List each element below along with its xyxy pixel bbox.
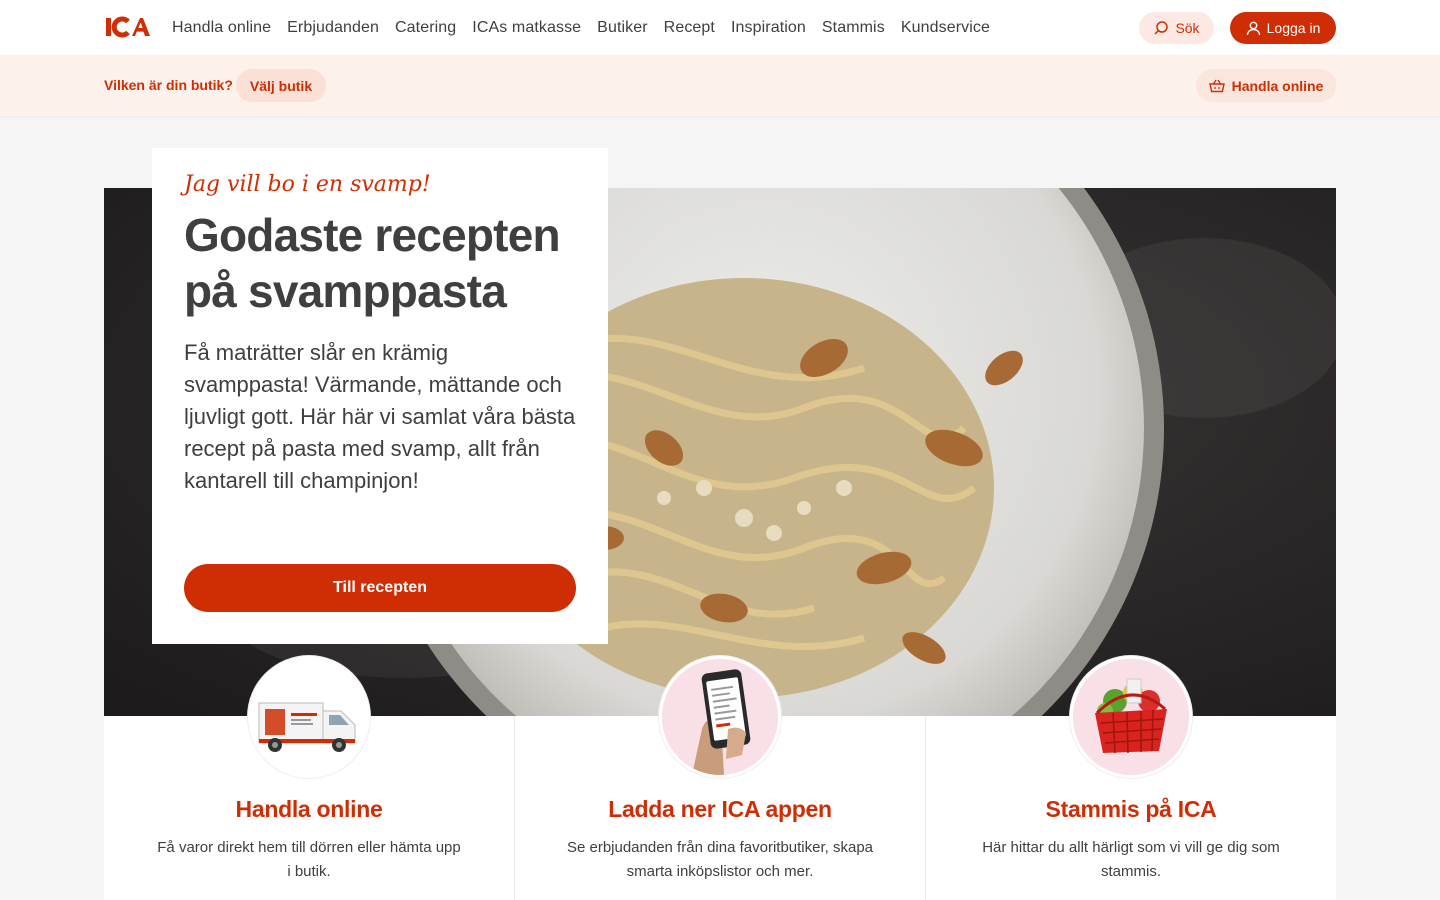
nav-item-handla-online[interactable]: Handla online bbox=[172, 19, 271, 37]
card-title: Stammis på ICA bbox=[1045, 796, 1217, 822]
login-button[interactable]: Logga in bbox=[1230, 12, 1336, 44]
card-text: Få varor direkt hem till dörren eller hä… bbox=[157, 839, 461, 880]
hero-card: Jag vill bo i en svamp! Godaste recepten… bbox=[152, 148, 608, 644]
choose-store-button[interactable]: Välj butik bbox=[236, 69, 326, 102]
store-bar: Vilken är din butik? Välj butik Handla o… bbox=[0, 55, 1440, 116]
nav-item-catering[interactable]: Catering bbox=[395, 19, 456, 37]
nav-item-stammis[interactable]: Stammis bbox=[822, 19, 885, 37]
hero-tagline: Jag vill bo i en svamp! bbox=[184, 172, 431, 197]
card-title: Handla online bbox=[235, 796, 383, 822]
card-text: Här hittar du allt härligt som vi vill g… bbox=[982, 839, 1280, 880]
grocery-basket-image bbox=[1070, 656, 1192, 778]
card-text: Se erbjudanden från dina favoritbutiker,… bbox=[566, 839, 874, 880]
main-nav: Handla online Erbjudanden Catering ICAs … bbox=[172, 0, 1006, 55]
search-icon bbox=[1154, 21, 1169, 35]
store-question: Vilken är din butik? bbox=[104, 77, 233, 93]
nav-item-icas-matkasse[interactable]: ICAs matkasse bbox=[472, 19, 581, 37]
nav-item-butiker[interactable]: Butiker bbox=[597, 19, 648, 37]
to-recipes-button[interactable]: Till recepten bbox=[184, 564, 576, 612]
search-label: Sök bbox=[1175, 20, 1200, 36]
card-title: Ladda ner ICA appen bbox=[608, 796, 832, 822]
ica-logo[interactable] bbox=[104, 15, 150, 39]
card-stammis[interactable]: Stammis på ICA Här hittar du allt härlig… bbox=[926, 656, 1336, 900]
delivery-van-image bbox=[248, 656, 370, 778]
login-label: Logga in bbox=[1266, 20, 1321, 36]
hero-description: Få maträtter slår en krämig svamppasta! … bbox=[184, 340, 576, 493]
card-ica-app[interactable]: Ladda ner ICA appen Se erbjudanden från … bbox=[515, 656, 926, 900]
top-header: Handla online Erbjudanden Catering ICAs … bbox=[0, 0, 1440, 55]
nav-item-erbjudanden[interactable]: Erbjudanden bbox=[287, 19, 379, 37]
shop-online-button[interactable]: Handla online bbox=[1196, 69, 1336, 102]
nav-item-recept[interactable]: Recept bbox=[664, 19, 715, 37]
basket-icon bbox=[1208, 79, 1225, 92]
feature-cards: Handla online Få varor direkt hem till d… bbox=[104, 656, 1336, 900]
hero-title: Godaste recepten på svamppasta bbox=[184, 209, 561, 317]
user-icon bbox=[1246, 21, 1260, 35]
shop-online-label: Handla online bbox=[1231, 77, 1324, 94]
card-handla-online[interactable]: Handla online Få varor direkt hem till d… bbox=[104, 656, 515, 900]
search-button[interactable]: Sök bbox=[1139, 12, 1214, 44]
nav-item-kundservice[interactable]: Kundservice bbox=[901, 19, 990, 37]
nav-item-inspiration[interactable]: Inspiration bbox=[731, 19, 806, 37]
phone-app-image bbox=[659, 656, 781, 778]
